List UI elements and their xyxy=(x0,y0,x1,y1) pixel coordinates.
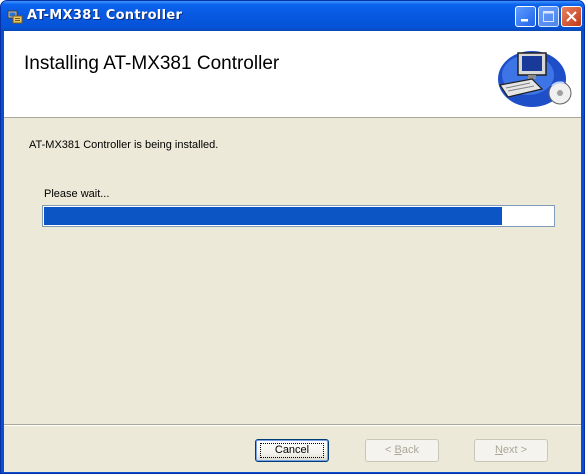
installer-app-icon xyxy=(7,10,23,24)
progress-fill xyxy=(44,207,502,225)
next-button-label: ext > xyxy=(502,444,528,456)
maximize-icon xyxy=(543,11,554,22)
cancel-button[interactable]: Cancel xyxy=(255,439,329,462)
header-banner: Installing AT-MX381 Controller xyxy=(4,31,581,118)
back-button-prefix: < xyxy=(385,444,395,456)
title-bar[interactable]: AT-MX381 Controller xyxy=(1,1,584,31)
dialog-client-area: Installing AT-MX381 Controller AT-MX381 … xyxy=(4,31,581,472)
cancel-button-label: Cancel xyxy=(274,444,310,456)
installer-window: AT-MX381 Controller Installing AT-MX381 … xyxy=(0,0,585,474)
back-button-accelerator: B xyxy=(394,444,402,456)
back-button: < Back xyxy=(365,439,439,462)
install-progress-bar xyxy=(42,205,555,227)
window-title: AT-MX381 Controller xyxy=(27,8,183,23)
footer-divider-highlight xyxy=(4,425,581,426)
next-button-accelerator: N xyxy=(494,444,503,456)
next-button: Next > xyxy=(474,439,548,462)
install-status-text: AT-MX381 Controller is being installed. xyxy=(29,139,219,151)
close-icon xyxy=(566,11,577,22)
maximize-button xyxy=(538,6,559,27)
page-title: Installing AT-MX381 Controller xyxy=(24,53,280,74)
back-button-label: ack xyxy=(401,444,419,456)
computer-setup-icon xyxy=(498,51,572,107)
close-button[interactable] xyxy=(561,6,582,27)
minimize-icon xyxy=(521,19,528,22)
minimize-button[interactable] xyxy=(515,6,536,27)
please-wait-label: Please wait... xyxy=(44,188,110,200)
